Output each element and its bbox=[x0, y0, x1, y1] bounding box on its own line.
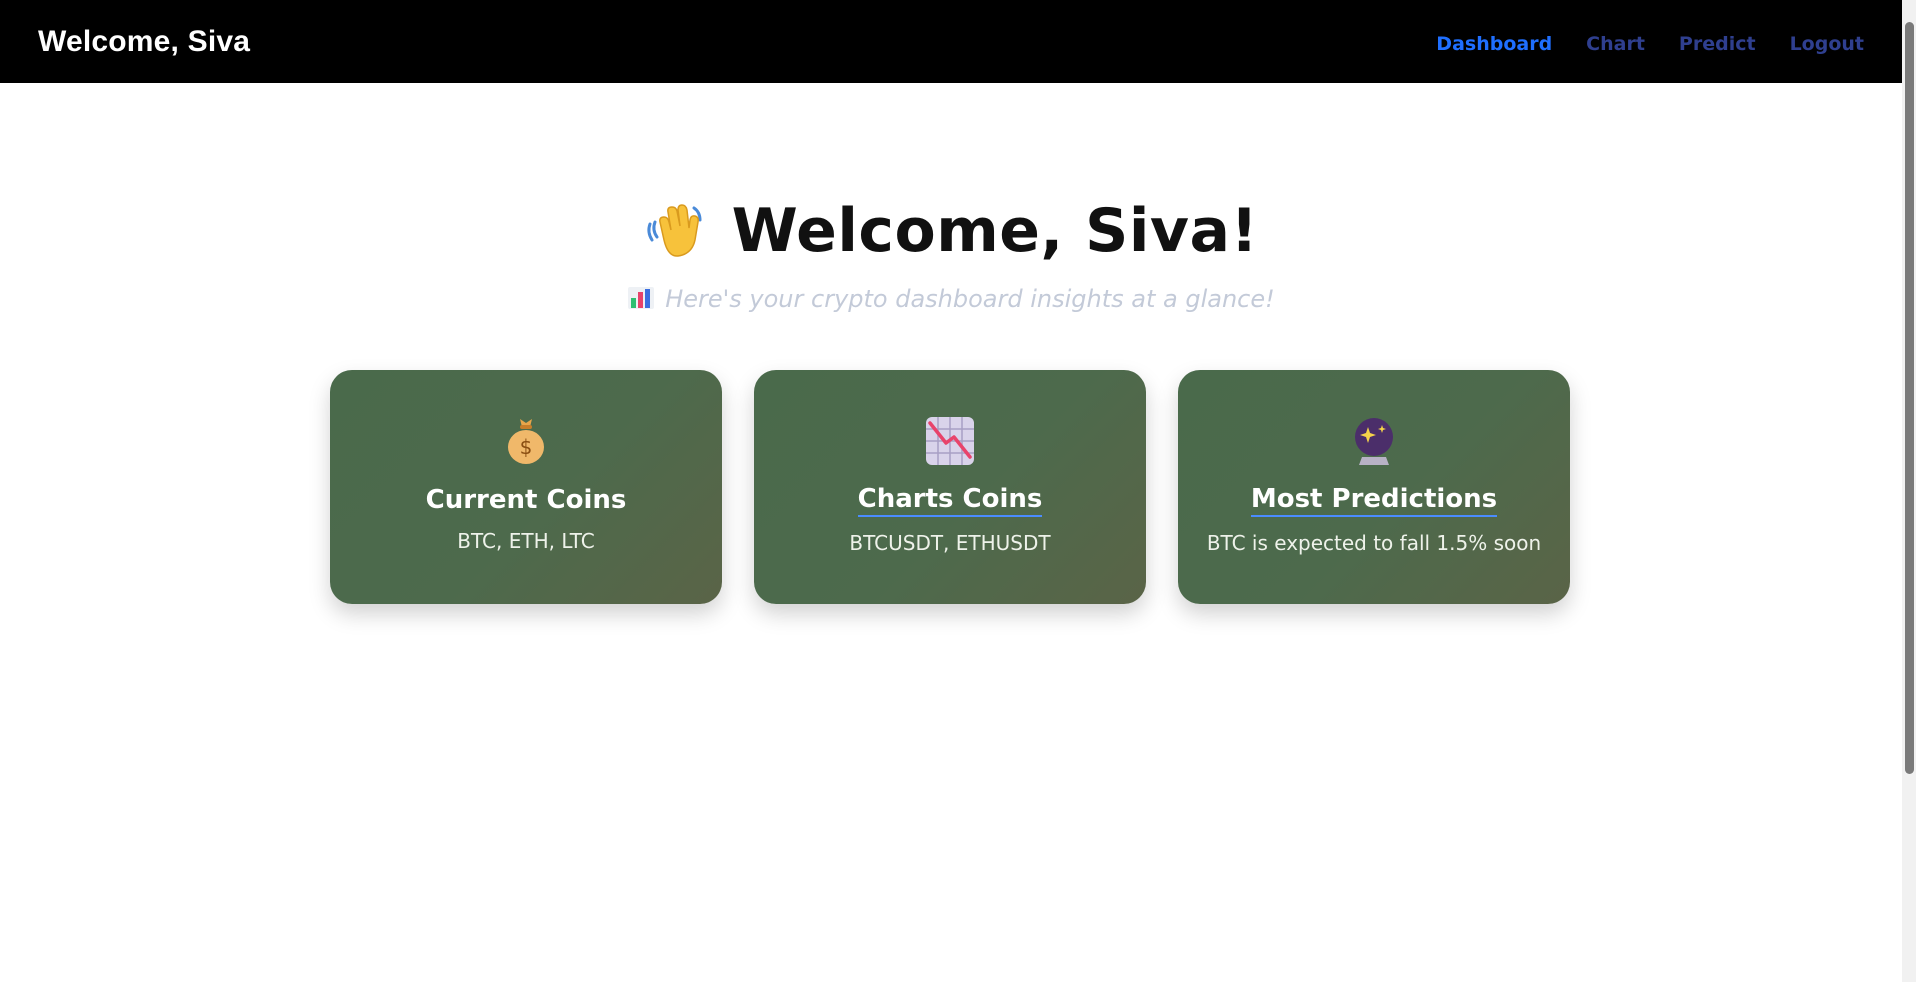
nav-link-dashboard[interactable]: Dashboard bbox=[1436, 33, 1552, 55]
card-title: Current Coins bbox=[425, 485, 627, 515]
card-text: BTC, ETH, LTC bbox=[457, 529, 595, 553]
nav-link-predict[interactable]: Predict bbox=[1679, 33, 1756, 55]
waving-hand-icon bbox=[644, 200, 706, 262]
hero-section: Welcome, Siva! bbox=[0, 196, 1902, 266]
card-title: Most Predictions bbox=[1250, 484, 1498, 517]
svg-text:$: $ bbox=[520, 435, 533, 459]
scrollbar-thumb[interactable] bbox=[1905, 22, 1914, 774]
card-charts-coins[interactable]: Charts Coins BTCUSDT, ETHUSDT bbox=[754, 370, 1146, 604]
card-text: BTCUSDT, ETHUSDT bbox=[849, 530, 1051, 555]
navbar-brand: Welcome, Siva bbox=[38, 24, 251, 58]
card-text: BTC is expected to fall 1.5% soon bbox=[1206, 530, 1542, 555]
page-title: Welcome, Siva! bbox=[644, 196, 1259, 266]
title-text: Welcome, Siva! bbox=[731, 196, 1259, 266]
chart-decreasing-icon bbox=[924, 415, 976, 467]
cards-row: $ Current Coins BTC, ETH, LTC Charts Coi… bbox=[330, 370, 1570, 604]
nav-link-chart[interactable]: Chart bbox=[1586, 33, 1645, 55]
subtitle-text: Here's your crypto dashboard insights at… bbox=[665, 285, 1275, 313]
vertical-scrollbar[interactable] bbox=[1902, 0, 1916, 982]
money-bag-icon: $ bbox=[500, 415, 552, 467]
card-most-predictions[interactable]: Most Predictions BTC is expected to fall… bbox=[1178, 370, 1570, 604]
card-title: Charts Coins bbox=[857, 484, 1043, 517]
card-current-coins[interactable]: $ Current Coins BTC, ETH, LTC bbox=[330, 370, 722, 604]
bar-chart-icon bbox=[627, 286, 655, 310]
nav-links: Dashboard Chart Predict Logout bbox=[1436, 33, 1864, 55]
top-navbar: Welcome, Siva Dashboard Chart Predict Lo… bbox=[0, 0, 1902, 83]
page-subtitle: Here's your crypto dashboard insights at… bbox=[0, 285, 1902, 313]
nav-link-logout[interactable]: Logout bbox=[1790, 33, 1864, 55]
crystal-ball-icon bbox=[1348, 415, 1400, 467]
dashboard-page: Welcome, Siva Dashboard Chart Predict Lo… bbox=[0, 0, 1916, 982]
